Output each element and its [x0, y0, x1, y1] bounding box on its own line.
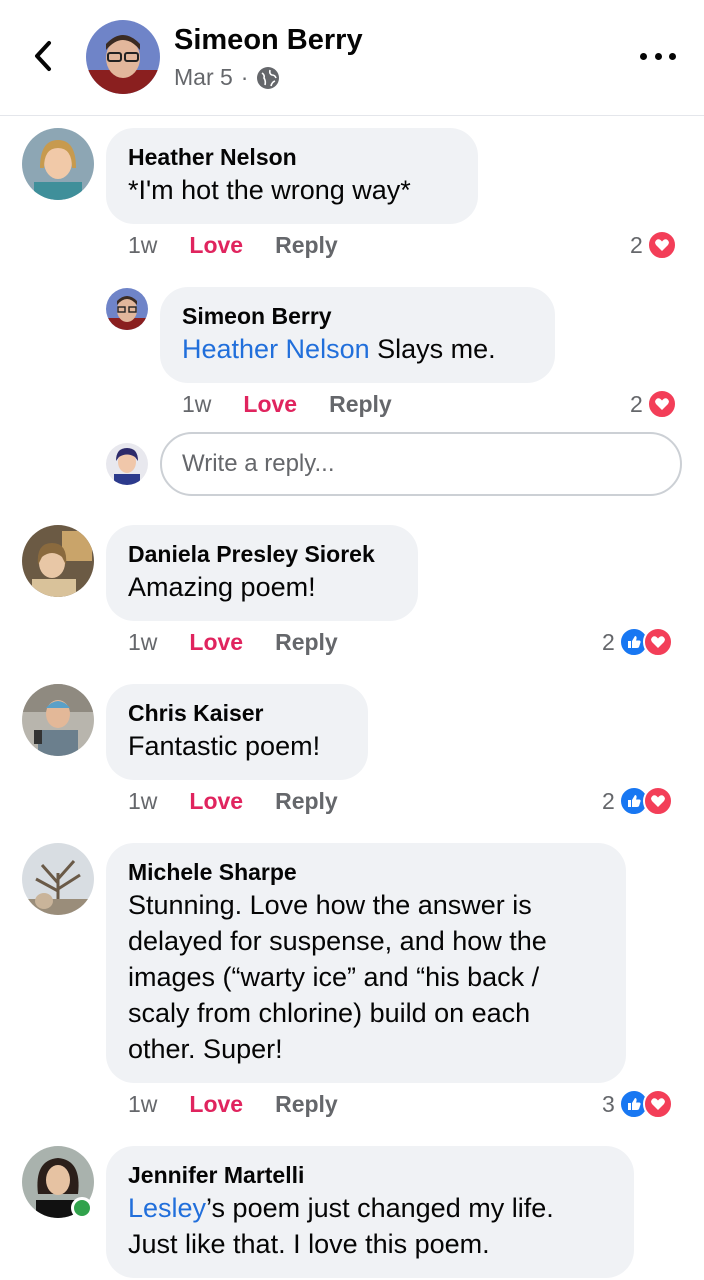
reply-button[interactable]: Reply — [275, 232, 338, 259]
heart-icon — [646, 389, 677, 419]
commenter-name[interactable]: Heather Nelson — [128, 142, 456, 172]
comment-text-line: Just like that. I love this poem. — [128, 1229, 490, 1259]
reaction-summary[interactable]: 2 — [630, 389, 677, 419]
comment-bubble: Simeon Berry Heather Nelson Slays me. — [160, 287, 555, 383]
reaction-summary[interactable]: 2 — [630, 230, 677, 260]
reaction-count: 2 — [630, 231, 643, 258]
reply-input[interactable]: Write a reply... — [160, 432, 682, 496]
mention-link[interactable]: Heather Nelson — [182, 334, 370, 364]
reply-button[interactable]: Reply — [275, 1091, 338, 1118]
comment-actions: 1w Love Reply — [128, 629, 338, 656]
comment-bubble: Jennifer Martelli Lesley’s poem just cha… — [106, 1146, 634, 1278]
back-button[interactable] — [26, 36, 60, 76]
reply-button[interactable]: Reply — [275, 629, 338, 656]
dot-icon — [654, 52, 662, 60]
comment-text: Heather Nelson Slays me. — [182, 331, 533, 367]
comment-bubble: Daniela Presley Siorek Amazing poem! — [106, 525, 418, 621]
commenter-name[interactable]: Chris Kaiser — [128, 698, 346, 728]
post-header: Simeon Berry Mar 5 · — [0, 0, 704, 116]
author-name[interactable]: Simeon Berry — [174, 24, 363, 57]
commenter-name[interactable]: Michele Sharpe — [128, 857, 604, 887]
commenter-name[interactable]: Daniela Presley Siorek — [128, 539, 396, 569]
online-status-icon — [71, 1197, 93, 1219]
reaction-summary[interactable]: 3 — [602, 1089, 673, 1119]
post-date[interactable]: Mar 5 — [174, 64, 233, 91]
comment-text-rest: Slays me. — [369, 334, 496, 364]
comment-bubble: Heather Nelson *I'm hot the wrong way* — [106, 128, 478, 224]
heart-icon — [642, 627, 673, 657]
love-button[interactable]: Love — [189, 1091, 243, 1118]
dot-icon — [669, 52, 676, 60]
comment-text: Fantastic poem! — [128, 731, 321, 761]
reaction-count: 3 — [602, 1090, 615, 1117]
comment-time[interactable]: 1w — [182, 391, 211, 418]
love-button[interactable]: Love — [189, 232, 243, 259]
comment-actions: 1w Love Reply — [128, 1091, 338, 1118]
love-button[interactable]: Love — [189, 788, 243, 815]
reaction-count: 2 — [602, 787, 615, 814]
more-options-button[interactable] — [640, 44, 676, 68]
comment-time[interactable]: 1w — [128, 629, 157, 656]
heart-icon — [642, 1089, 673, 1119]
reaction-count: 2 — [602, 628, 615, 655]
avatar[interactable] — [22, 684, 94, 756]
comment-time[interactable]: 1w — [128, 1091, 157, 1118]
comment-text-line: images (“warty ice” and “his back / — [128, 962, 540, 992]
comment-actions: 1w Love Reply — [128, 788, 338, 815]
comment-actions: 1w Love Reply — [182, 391, 392, 418]
chevron-left-icon — [35, 41, 51, 71]
avatar — [106, 443, 148, 485]
comment-time[interactable]: 1w — [128, 232, 157, 259]
separator: · — [240, 64, 249, 90]
avatar[interactable] — [86, 20, 160, 94]
reply-placeholder: Write a reply... — [182, 450, 335, 477]
comment-text-line: delayed for suspense, and how the — [128, 926, 547, 956]
reaction-summary[interactable]: 2 — [602, 786, 673, 816]
comment-text-line: other. Super! — [128, 1034, 283, 1064]
reaction-count: 2 — [630, 390, 643, 417]
comment-text: Amazing poem! — [128, 572, 316, 602]
avatar[interactable] — [22, 128, 94, 200]
mention-link[interactable]: Lesley — [128, 1193, 206, 1223]
comment-bubble: Chris Kaiser Fantastic poem! — [106, 684, 368, 780]
reply-button[interactable]: Reply — [275, 788, 338, 815]
comment-text-line: scaly from chlorine) build on each — [128, 998, 531, 1028]
comment-bubble: Michele Sharpe Stunning. Love how the an… — [106, 843, 626, 1083]
comment-actions: 1w Love Reply — [128, 232, 338, 259]
comment-text: Lesley’s poem just changed my life. — [128, 1190, 612, 1226]
reply-button[interactable]: Reply — [329, 391, 392, 418]
heart-icon — [642, 786, 673, 816]
comment-text-rest: ’s poem just changed my life. — [206, 1193, 554, 1223]
love-button[interactable]: Love — [189, 629, 243, 656]
dot-icon — [640, 52, 647, 60]
comment-time[interactable]: 1w — [128, 788, 157, 815]
avatar[interactable] — [106, 288, 148, 330]
love-button[interactable]: Love — [243, 391, 297, 418]
heart-icon — [646, 230, 677, 260]
post-meta: Mar 5 · — [174, 64, 280, 91]
avatar[interactable] — [22, 525, 94, 597]
comment-text-line: Stunning. Love how the answer is — [128, 890, 532, 920]
commenter-name[interactable]: Simeon Berry — [182, 301, 533, 331]
commenter-name[interactable]: Jennifer Martelli — [128, 1160, 612, 1190]
comment-text: *I'm hot the wrong way* — [128, 175, 411, 205]
reaction-summary[interactable]: 2 — [602, 627, 673, 657]
avatar[interactable] — [22, 843, 94, 915]
globe-icon — [257, 66, 280, 89]
